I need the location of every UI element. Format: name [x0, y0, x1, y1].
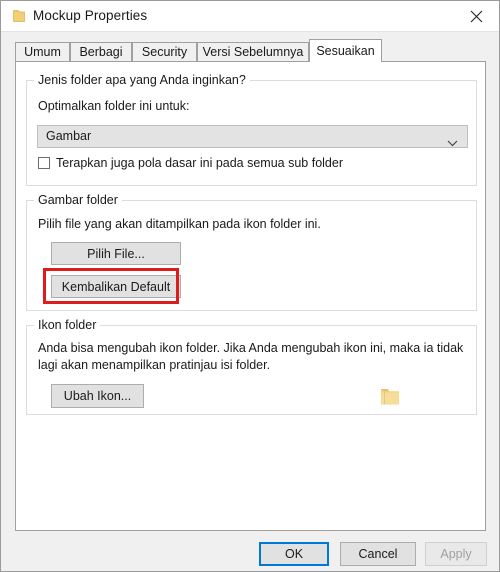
tab-page-sesuaikan: Jenis folder apa yang Anda inginkan? Opt… [15, 61, 486, 531]
group-folder-type: Jenis folder apa yang Anda inginkan? Opt… [26, 73, 477, 186]
restore-default-button[interactable]: Kembalikan Default [51, 275, 181, 298]
group-folder-icon: Ikon folder Anda bisa mengubah ikon fold… [26, 318, 477, 415]
choose-file-button-label: Pilih File... [87, 246, 145, 261]
tab-umum[interactable]: Umum [15, 42, 70, 61]
close-icon[interactable] [454, 1, 499, 31]
apply-button[interactable]: Apply [425, 542, 487, 566]
apply-to-subfolders-label: Terapkan juga pola dasar ini pada semua … [56, 156, 343, 170]
apply-to-subfolders-checkbox[interactable]: Terapkan juga pola dasar ini pada semua … [38, 156, 343, 170]
cancel-button[interactable]: Cancel [340, 542, 416, 566]
folder-picture-description: Pilih file yang akan ditampilkan pada ik… [38, 217, 321, 231]
apply-button-label: Apply [440, 547, 472, 561]
folder-icon [12, 9, 26, 23]
change-icon-button[interactable]: Ubah Ikon... [51, 384, 144, 408]
cancel-button-label: Cancel [358, 547, 398, 561]
tab-label: Security [141, 45, 188, 59]
change-icon-button-label: Ubah Ikon... [63, 389, 132, 403]
group-folder-picture: Gambar folder Pilih file yang akan ditam… [26, 193, 477, 311]
tab-security[interactable]: Security [132, 42, 197, 61]
chevron-down-icon [447, 134, 458, 152]
tab-label: Umum [24, 45, 61, 59]
window-title: Mockup Properties [33, 8, 148, 23]
folder-icon-preview [379, 387, 401, 407]
folder-type-combobox[interactable]: Gambar [37, 125, 468, 148]
ok-button-label: OK [284, 547, 304, 561]
tab-label: Versi Sebelumnya [202, 45, 304, 59]
group-folder-picture-legend: Gambar folder [34, 193, 122, 207]
checkbox-indicator[interactable] [38, 157, 50, 169]
tab-label: Sesuaikan [316, 44, 375, 58]
folder-type-combobox-value: Gambar [46, 129, 92, 143]
optimize-folder-label: Optimalkan folder ini untuk: [38, 99, 190, 113]
tab-berbagi[interactable]: Berbagi [70, 42, 132, 61]
tab-sesuaikan[interactable]: Sesuaikan [309, 39, 382, 62]
group-folder-type-legend: Jenis folder apa yang Anda inginkan? [34, 73, 250, 87]
tab-label: Berbagi [79, 45, 123, 59]
group-folder-icon-legend: Ikon folder [34, 318, 101, 332]
ok-button[interactable]: OK [259, 542, 329, 566]
title-bar: Mockup Properties [1, 1, 499, 32]
choose-file-button[interactable]: Pilih File... [51, 242, 181, 265]
folder-icon-description-line2: lagi akan menampilkan pratinjau isi fold… [38, 358, 271, 372]
tab-versi-sebelumnya[interactable]: Versi Sebelumnya [197, 42, 309, 61]
properties-dialog: Mockup Properties Umum Berbagi Security … [0, 0, 500, 572]
restore-default-button-label: Kembalikan Default [61, 279, 171, 294]
folder-icon-description-line1: Anda bisa mengubah ikon folder. Jika And… [38, 341, 464, 355]
